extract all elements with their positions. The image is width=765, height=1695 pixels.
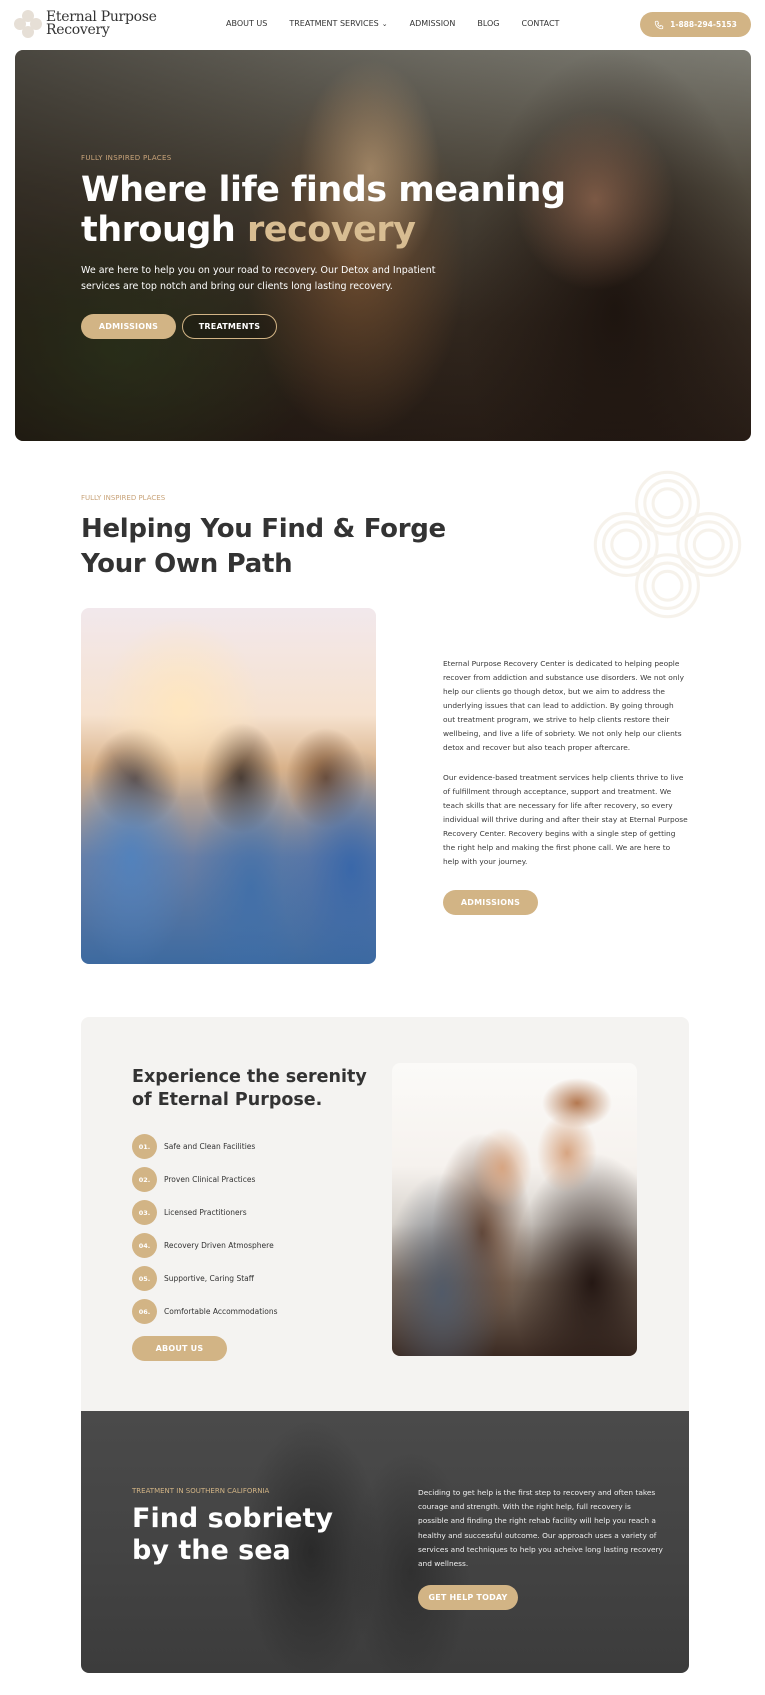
hero-description: We are here to help you on your road to …	[81, 265, 436, 292]
feature-list: 01. Safe and Clean Facilities 02. Proven C…	[132, 1130, 278, 1328]
about-us-button[interactable]: ABOUT US	[132, 1336, 227, 1361]
feature-item: 01. Safe and Clean Facilities	[132, 1130, 278, 1163]
feature-label: Licensed Practitioners	[164, 1208, 247, 1217]
nav-admission[interactable]: ADMISSION	[410, 19, 456, 28]
hero-title-line-2: through recovery	[81, 210, 566, 250]
phone-icon	[654, 20, 664, 29]
logo-text: Eternal Purpose Recovery	[46, 10, 157, 38]
chevron-down-icon: ⌄	[381, 20, 388, 28]
treatments-button[interactable]: TREATMENTS	[182, 314, 277, 339]
hero-banner: FULLY INSPIRED PLACES Where life finds m…	[15, 50, 751, 441]
logo-knot-icon	[14, 10, 42, 38]
about-title-line-2: Your Own Path	[81, 549, 293, 579]
feature-label: Supportive, Caring Staff	[164, 1274, 254, 1283]
sea-description: Deciding to get help is the first step t…	[418, 1488, 663, 1569]
nav-contact[interactable]: CONTACT	[522, 19, 560, 28]
sea-title-line-2: by the sea	[132, 1535, 291, 1566]
feature-item: 04. Recovery Driven Atmosphere	[132, 1229, 278, 1262]
serenity-title-line-1: Experience the serenity	[132, 1067, 367, 1087]
get-help-today-button[interactable]: GET HELP TODAY	[418, 1585, 518, 1610]
nav-blog[interactable]: BLOG	[477, 19, 499, 28]
admissions-button[interactable]: ADMISSIONS	[81, 314, 176, 339]
sea-title: Find sobriety by the sea	[132, 1503, 333, 1567]
serenity-title: Experience the serenity of Eternal Purpo…	[132, 1066, 367, 1112]
hero-title-line-1: Where life finds meaning	[81, 170, 566, 210]
about-title: Helping You Find & Forge Your Own Path	[81, 512, 446, 582]
nav-treatment-services-label: TREATMENT SERVICES	[289, 19, 379, 28]
feature-number-badge: 05.	[132, 1266, 157, 1291]
feature-label: Recovery Driven Atmosphere	[164, 1241, 274, 1250]
feature-number-badge: 06.	[132, 1299, 157, 1324]
feature-item: 05. Supportive, Caring Staff	[132, 1262, 278, 1295]
about-admissions-button[interactable]: ADMISSIONS	[443, 890, 538, 915]
feature-item: 03. Licensed Practitioners	[132, 1196, 278, 1229]
phone-button[interactable]: 1-888-294-5153	[640, 12, 751, 37]
logo[interactable]: Eternal Purpose Recovery	[14, 10, 157, 38]
hero-eyebrow: FULLY INSPIRED PLACES	[81, 154, 172, 162]
about-paragraph-2: Our evidence-based treatment services he…	[443, 773, 688, 866]
hero-title-plain: through	[81, 210, 248, 250]
friends-sunset-photo	[81, 608, 376, 964]
hero-title-accent: recovery	[247, 210, 416, 250]
feature-label: Comfortable Accommodations	[164, 1307, 278, 1316]
feature-label: Safe and Clean Facilities	[164, 1142, 256, 1151]
feature-number-badge: 01.	[132, 1134, 157, 1159]
nav-treatment-services[interactable]: TREATMENT SERVICES ⌄	[289, 19, 387, 28]
hero-title: Where life finds meaning through recover…	[81, 170, 566, 250]
site-header: Eternal Purpose Recovery ABOUT US TREATM…	[0, 0, 765, 50]
about-paragraph-1: Eternal Purpose Recovery Center is dedic…	[443, 659, 684, 752]
about-title-line-1: Helping You Find & Forge	[81, 514, 446, 544]
feature-number-badge: 04.	[132, 1233, 157, 1258]
logo-line-2: Recovery	[46, 22, 110, 38]
serenity-title-line-2: of Eternal Purpose.	[132, 1090, 323, 1110]
sea-eyebrow: TREATMENT IN SOUTHERN CALIFORNIA	[132, 1487, 270, 1495]
feature-number-badge: 02.	[132, 1167, 157, 1192]
decorative-knot-icon	[593, 470, 742, 619]
phone-number: 1-888-294-5153	[670, 20, 737, 29]
feature-number-badge: 03.	[132, 1200, 157, 1225]
sea-title-line-1: Find sobriety	[132, 1503, 333, 1534]
feature-item: 02. Proven Clinical Practices	[132, 1163, 278, 1196]
main-nav: ABOUT US TREATMENT SERVICES ⌄ ADMISSION B…	[226, 19, 581, 28]
feature-label: Proven Clinical Practices	[164, 1175, 256, 1184]
nav-about-us[interactable]: ABOUT US	[226, 19, 267, 28]
two-friends-hugging-photo	[392, 1063, 637, 1356]
feature-item: 06. Comfortable Accommodations	[132, 1295, 278, 1328]
about-eyebrow: FULLY INSPIRED PLACES	[81, 494, 166, 502]
